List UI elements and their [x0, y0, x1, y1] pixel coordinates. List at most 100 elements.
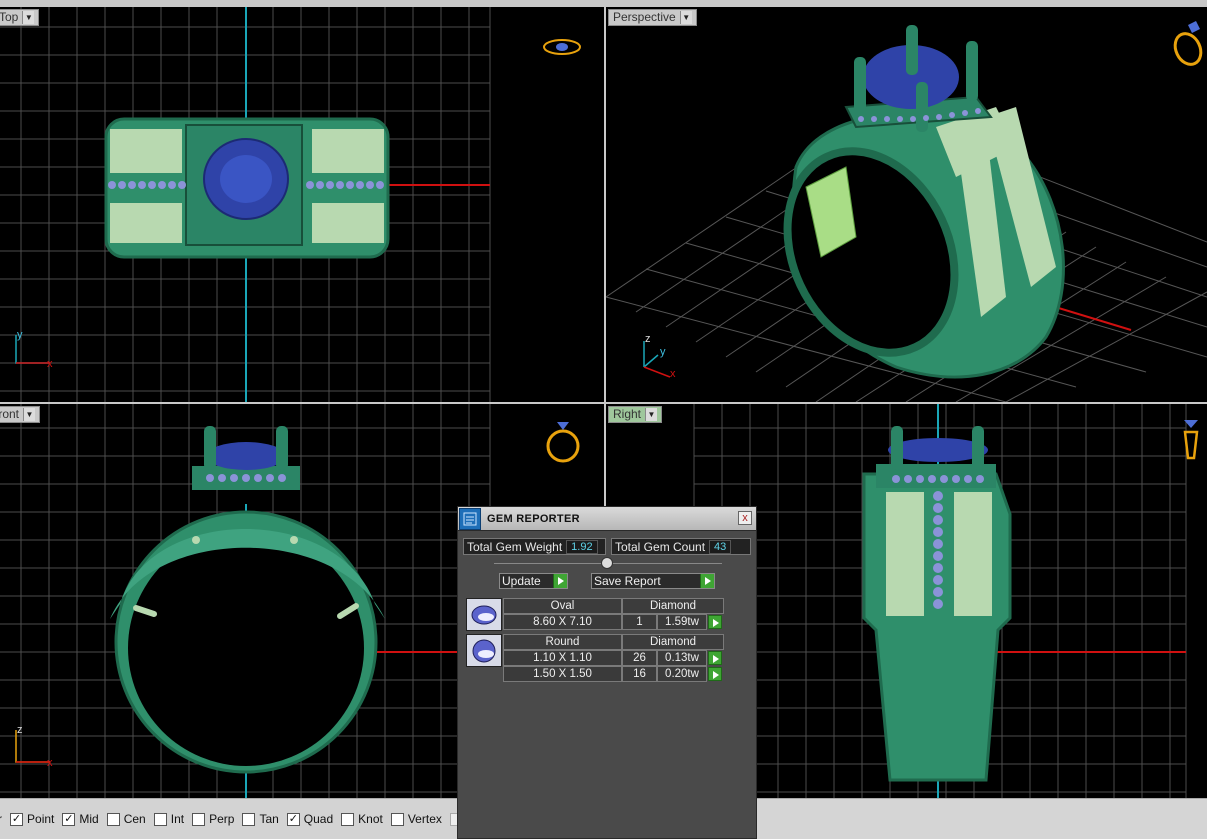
total-weight-label: Total Gem Weight [467, 539, 563, 554]
viewport-tab-perspective[interactable]: Perspective ▼ [608, 9, 697, 26]
gem-material: Diamond [622, 634, 724, 650]
checkbox[interactable] [390, 812, 404, 826]
play-icon [700, 574, 714, 588]
gem-group-round: Round Diamond 1.10 X 1.10 26 0.13tw 1.50… [466, 634, 724, 684]
snap-label: Mid [79, 812, 99, 826]
snap-quad[interactable]: ✓ Quad [286, 812, 334, 826]
save-report-label: Save Report [594, 574, 661, 588]
axis-gizmo: yx [10, 329, 60, 369]
checkbox[interactable] [192, 812, 206, 826]
total-count-label: Total Gem Count [615, 539, 706, 554]
axis-gizmo: zyx [636, 333, 686, 381]
svg-text:z: z [17, 724, 23, 736]
checkbox[interactable] [341, 812, 355, 826]
select-gems-button[interactable] [708, 667, 722, 681]
gem-reporter-icon [459, 507, 481, 530]
gem-weight: 0.20tw [657, 666, 707, 682]
ring-perspective-view [783, 25, 1065, 379]
play-icon [553, 574, 567, 588]
gem-count: 1 [622, 614, 657, 630]
collapse-handle[interactable] [601, 557, 613, 569]
ring-nav-icon[interactable] [540, 35, 584, 62]
chevron-down-icon[interactable]: ▼ [23, 408, 36, 421]
status-strip [757, 798, 1207, 839]
snap-label: Tan [259, 812, 279, 826]
totals-row: Total Gem Weight 1.92 Total Gem Count 43 [463, 538, 751, 555]
gem-reporter-panel: GEM REPORTER x Total Gem Weight 1.92 Tot… [457, 506, 757, 839]
snap-cen[interactable]: Cen [106, 812, 146, 826]
snap-knot[interactable]: Knot [341, 812, 383, 826]
ring-top-view [104, 117, 390, 259]
viewport-perspective[interactable]: Perspective ▼ zyx [606, 7, 1207, 402]
chevron-down-icon[interactable]: ▼ [679, 11, 692, 24]
svg-text:x: x [47, 358, 53, 369]
snap-label: Perp [209, 812, 235, 826]
chevron-down-icon[interactable]: ▼ [645, 408, 658, 421]
viewport-label: Front [0, 407, 20, 421]
svg-text:x: x [47, 757, 53, 768]
snap-label: Knot [358, 812, 383, 826]
snap-label: Quad [303, 812, 334, 826]
snap-label: Cen [123, 812, 146, 826]
svg-text:y: y [17, 329, 23, 341]
viewport-label: Top [0, 10, 19, 24]
select-gems-button[interactable] [708, 651, 722, 665]
close-icon[interactable]: x [738, 511, 752, 525]
viewport-tab-front[interactable]: Front ▼ [0, 406, 41, 423]
gem-weight: 1.59tw [657, 614, 707, 630]
update-label: Update [502, 574, 541, 588]
round-gem-icon [466, 634, 502, 667]
select-gems-button[interactable] [708, 615, 722, 629]
snap-vertex[interactable]: Vertex [390, 812, 442, 826]
checkbox[interactable]: ✓ [62, 812, 76, 826]
viewport-tab-right[interactable]: Right ▼ [608, 406, 663, 423]
checkbox[interactable] [153, 812, 167, 826]
checkbox[interactable]: ✓ [286, 812, 300, 826]
gem-count: 16 [622, 666, 657, 682]
snap-perp[interactable]: Perp [192, 812, 234, 826]
update-button[interactable]: Update [499, 573, 568, 589]
axis-gizmo: zx [10, 724, 60, 768]
viewport-tab-top[interactable]: Top ▼ [0, 9, 40, 26]
gem-size: 1.10 X 1.10 [503, 650, 622, 666]
chevron-down-icon[interactable]: ▼ [22, 11, 35, 24]
gem-shape: Oval [503, 598, 622, 614]
gem-weight: 0.13tw [657, 650, 707, 666]
snap-mid[interactable]: ✓ Mid [62, 812, 99, 826]
snap-label: Point [27, 812, 55, 826]
viewport-label: Right [613, 407, 642, 421]
viewport-top[interactable]: Top ▼ yx [0, 7, 604, 402]
gem-size: 8.60 X 7.10 [503, 614, 622, 630]
checkbox[interactable] [106, 812, 120, 826]
svg-text:x: x [670, 368, 676, 380]
panel-title-bar[interactable]: GEM REPORTER x [458, 507, 756, 531]
snap-near[interactable]: ✓Near [0, 812, 2, 826]
svg-text:y: y [660, 346, 666, 358]
rhino-workspace: Top ▼ yx Perspective ▼ z y x ront ▼ z x … [0, 0, 1207, 839]
ring-nav-icon[interactable] [1168, 17, 1206, 72]
total-gem-count: Total Gem Count 43 [611, 538, 751, 555]
viewport-label: Perspective [613, 10, 676, 24]
svg-text:z: z [645, 333, 651, 345]
osnap-toolbar: ✓Near✓Point✓MidCenIntPerpTan✓QuadKnotVer… [0, 798, 504, 839]
gem-size: 1.50 X 1.50 [503, 666, 622, 682]
snap-point[interactable]: ✓ Point [10, 812, 54, 826]
checkbox[interactable] [242, 812, 256, 826]
snap-label: Near [0, 812, 2, 826]
gem-group-oval: Oval Diamond 8.60 X 7.10 1 1.59tw [466, 598, 724, 632]
snap-label: Int [170, 812, 185, 826]
oval-gem-icon [466, 598, 502, 631]
ring-nav-icon[interactable] [1180, 412, 1202, 471]
total-weight-value: 1.92 [566, 539, 598, 554]
snap-tan[interactable]: Tan [242, 812, 279, 826]
total-count-value: 43 [709, 539, 732, 554]
ring-nav-icon[interactable] [543, 414, 583, 469]
total-gem-weight: Total Gem Weight 1.92 [463, 538, 606, 555]
save-report-button[interactable]: Save Report [591, 573, 715, 589]
panel-title: GEM REPORTER [487, 512, 580, 525]
checkbox[interactable]: ✓ [10, 812, 24, 826]
gem-material: Diamond [622, 598, 724, 614]
gem-shape: Round [503, 634, 622, 650]
snap-int[interactable]: Int [153, 812, 185, 826]
snap-label: Vertex [407, 812, 442, 826]
